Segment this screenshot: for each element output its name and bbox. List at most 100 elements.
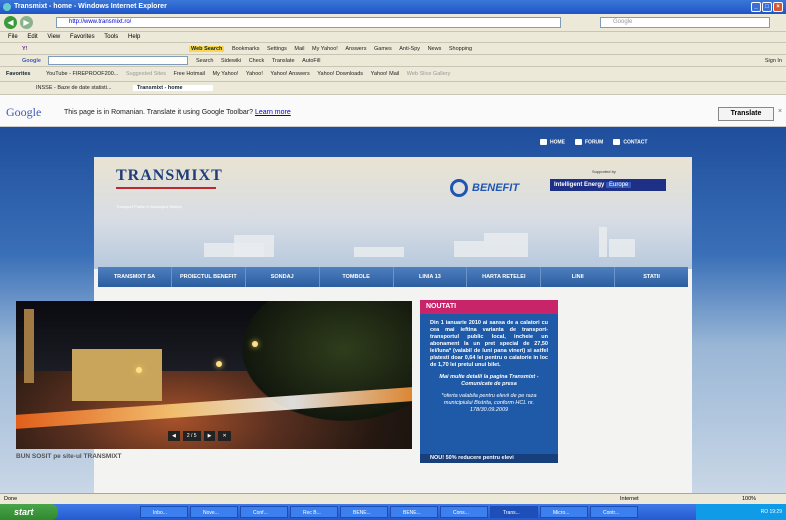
nav-proiectul-benefit[interactable]: PROIECTUL BENEFIT <box>172 267 246 287</box>
maximize-button[interactable]: □ <box>762 2 772 12</box>
favorite-yahoo-answers[interactable]: Yahoo! Answers <box>270 71 309 77</box>
site-tagline: Transport Public în Municipiul Bistrița <box>116 204 182 209</box>
transmixt-logo[interactable]: TRANSMIXT <box>116 167 223 189</box>
nav-transmixt-sa[interactable]: TRANSMIXT SA <box>98 267 172 287</box>
games-button[interactable]: Games <box>374 46 392 52</box>
favorites-button[interactable]: Favorites <box>6 71 30 77</box>
favorites-bar: Favorites YouTube - FIREPROOF200... Sugg… <box>0 67 786 82</box>
task-button[interactable]: Cons... <box>440 506 488 518</box>
tab-insse[interactable]: INSSE - Baze de date statisti... <box>36 85 112 91</box>
check-button[interactable]: Check <box>249 58 265 64</box>
anti-spy-button[interactable]: Anti-Spy <box>399 46 420 52</box>
nav-linia-13[interactable]: LINIA 13 <box>394 267 468 287</box>
menu-tools[interactable]: Tools <box>104 34 118 40</box>
sidewiki-button[interactable]: Sidewiki <box>221 58 241 64</box>
task-button[interactable]: Rec B... <box>290 506 338 518</box>
benefit-logo[interactable]: BENEFIT <box>450 179 519 197</box>
news-details-link[interactable]: Mai multe detalii la pagina Transmixt - … <box>430 374 548 388</box>
google-toolbar-search-input[interactable] <box>48 56 189 66</box>
iee-europe-label: Europe <box>606 182 632 188</box>
taskbar-tasks: Inbo... Nove... Conf... Rec B... BENE...… <box>140 506 638 518</box>
menu-favorites[interactable]: Favorites <box>70 34 95 40</box>
favorite-yahoo-mail[interactable]: Yahoo! Mail <box>371 71 400 77</box>
favorite-suggested-sites[interactable]: Suggested Sites <box>126 71 166 77</box>
translate-close-icon[interactable]: × <box>778 108 782 115</box>
web-search-button[interactable]: Web Search <box>189 46 225 52</box>
sign-in-link[interactable]: Sign In <box>765 55 782 66</box>
translate-toolbar-button[interactable]: Translate <box>272 58 295 64</box>
forward-icon[interactable]: ▶ <box>20 16 33 29</box>
autofill-button[interactable]: AutoFill <box>302 58 320 64</box>
settings-button[interactable]: Settings <box>267 46 287 52</box>
news-paragraph: Din 1 ianuarie 2010 ai sansa de a calato… <box>430 320 548 368</box>
favorite-yahoo-downloads[interactable]: Yahoo! Downloads <box>317 71 363 77</box>
shopping-button[interactable]: Shopping <box>449 46 472 52</box>
close-button[interactable]: × <box>773 2 783 12</box>
favorite-youtube[interactable]: YouTube - FIREPROOF200... <box>46 71 118 77</box>
slider-next-button[interactable]: ▶ <box>203 431 216 441</box>
url-input[interactable]: http://www.transmixt.ro/ <box>56 17 561 28</box>
slider-prev-button[interactable]: ◀ <box>168 431 180 441</box>
task-button[interactable]: Conf... <box>240 506 288 518</box>
task-button[interactable]: BENE... <box>340 506 388 518</box>
google-search-button[interactable]: Search <box>196 58 213 64</box>
iee-label: Intelligent Energy <box>554 182 605 188</box>
tab-bar: INSSE - Baze de date statisti... Transmi… <box>0 82 786 95</box>
task-button[interactable]: Trans... <box>490 506 538 518</box>
back-icon[interactable]: ◀ <box>4 16 17 29</box>
task-button[interactable]: Contr... <box>590 506 638 518</box>
favorite-web-slice[interactable]: Web Slice Gallery <box>407 71 451 77</box>
yahoo-logo[interactable]: Y! <box>22 46 28 52</box>
status-text: Done <box>4 496 18 502</box>
nav-sondaj[interactable]: SONDAJ <box>246 267 320 287</box>
menu-bar: File Edit View Favorites Tools Help <box>0 32 786 43</box>
search-input[interactable]: Google <box>600 17 770 28</box>
intelligent-energy-logo[interactable]: Intelligent Energy Europe <box>550 179 666 191</box>
zone-indicator: Internet <box>620 496 639 502</box>
task-button[interactable]: Inbo... <box>140 506 188 518</box>
google-logo: Google <box>6 105 42 119</box>
favorite-yahoo[interactable]: Yahoo! <box>246 71 263 77</box>
task-button[interactable]: Micro... <box>540 506 588 518</box>
slider-close-button[interactable]: ✕ <box>218 431 231 441</box>
web-page: HOME FORUM CONTACT TRANSMIXT Transport P… <box>0 127 786 493</box>
photo-slider[interactable]: ◀ 2 / 5 ▶ ✕ <box>16 301 412 449</box>
menu-view[interactable]: View <box>47 34 60 40</box>
favorite-my-yahoo[interactable]: My Yahoo! <box>213 71 239 77</box>
news-title: NOUTATI <box>420 300 558 314</box>
status-bar: Done Internet 100% <box>0 493 786 504</box>
start-button[interactable]: start <box>0 504 58 520</box>
window-title: Transmixt - home - Windows Internet Expl… <box>14 3 167 10</box>
news-button[interactable]: News <box>428 46 442 52</box>
bookmarks-button[interactable]: Bookmarks <box>232 46 260 52</box>
task-button[interactable]: Nove... <box>190 506 238 518</box>
task-button[interactable]: BENE... <box>390 506 438 518</box>
my-yahoo-button[interactable]: My Yahoo! <box>312 46 338 52</box>
nav-harta-retelei[interactable]: HARTA RETELEI <box>467 267 542 287</box>
google-translate-bar: Google This page is in Romanian. Transla… <box>0 95 786 127</box>
news-footnote: *oferta valabila pentru elevii de pe raz… <box>441 393 537 413</box>
menu-help[interactable]: Help <box>128 34 140 40</box>
google-toolbar-logo: Google <box>22 58 41 64</box>
learn-more-link[interactable]: Learn more <box>255 109 291 116</box>
menu-file[interactable]: File <box>8 34 18 40</box>
nav-linii[interactable]: LINII <box>541 267 616 287</box>
favorite-hotmail[interactable]: Free Hotmail <box>173 71 204 77</box>
tab-transmixt[interactable]: Transmixt - home <box>133 85 213 91</box>
main-nav: TRANSMIXT SA PROIECTUL BENEFIT SONDAJ TO… <box>98 267 688 287</box>
minimize-button[interactable]: _ <box>751 2 761 12</box>
menu-edit[interactable]: Edit <box>27 34 37 40</box>
top-nav-forum[interactable]: FORUM <box>575 139 603 145</box>
news-more-item[interactable]: NOU! 50% reducere pentru elevi <box>420 454 558 463</box>
mail-button[interactable]: Mail <box>294 46 304 52</box>
answers-button[interactable]: Answers <box>345 46 366 52</box>
translate-button[interactable]: Translate <box>718 107 774 121</box>
top-nav-home[interactable]: HOME <box>540 139 565 145</box>
nav-statii[interactable]: STATII <box>615 267 688 287</box>
window-titlebar: Transmixt - home - Windows Internet Expl… <box>0 0 786 14</box>
address-bar: ◀ ▶ http://www.transmixt.ro/ Google <box>0 14 786 32</box>
system-tray: RO 19:29 <box>696 504 786 520</box>
top-nav-contact[interactable]: CONTACT <box>613 139 647 145</box>
nav-tombole[interactable]: TOMBOLE <box>320 267 394 287</box>
zoom-level[interactable]: 100% <box>742 494 756 504</box>
